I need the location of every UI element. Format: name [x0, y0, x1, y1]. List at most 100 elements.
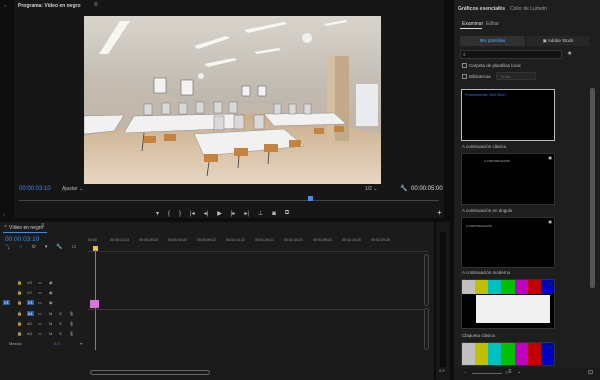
- marker-icon[interactable]: ▾: [45, 244, 48, 251]
- template-label-modern[interactable]: A continuación moderno: [462, 270, 510, 275]
- add-marker-icon[interactable]: ▾: [156, 210, 159, 217]
- subtab-browse[interactable]: Examinar: [462, 21, 483, 27]
- transport-bar: ▾ { } |◂ ◂| ▶ |▸ ▸| ⊥ ◙ ⧉: [156, 209, 346, 218]
- program-timecode[interactable]: 00:00:03:10: [19, 186, 51, 192]
- template-label-angled[interactable]: A continuación en ángulo: [462, 208, 512, 213]
- eye-icon[interactable]: ◉: [49, 280, 53, 285]
- mute-icon[interactable]: M: [49, 321, 52, 326]
- template-label-slate[interactable]: Claqueta clásica: [462, 333, 495, 338]
- timeline-timecode[interactable]: 00:00:03:10: [5, 236, 39, 243]
- sync-icon[interactable]: ▭: [38, 311, 42, 316]
- search-input[interactable]: ⌕: [460, 50, 562, 59]
- timeline-tab[interactable]: Vídeo en negro: [9, 225, 43, 231]
- eye-icon[interactable]: ◉: [49, 290, 53, 295]
- sync-icon[interactable]: ▭: [38, 321, 42, 326]
- template-badge-icon: ▣: [548, 219, 552, 224]
- libraries-checkbox[interactable]: [462, 74, 467, 79]
- mic-icon[interactable]: 🎙: [69, 331, 74, 336]
- sync-icon[interactable]: ▭: [38, 290, 42, 295]
- zoom-slider[interactable]: [472, 373, 502, 374]
- timeline-menu-icon[interactable]: ≡: [41, 223, 45, 229]
- tab-menu-icon[interactable]: ≡: [499, 5, 502, 11]
- template-thumbnail-angled[interactable]: A CONTINUACIÓN ▣: [461, 153, 555, 205]
- mute-icon[interactable]: M: [49, 331, 52, 336]
- template-thumbnail-classic[interactable]: Próximamente: INVITADO: [461, 89, 555, 141]
- mix-end-icon[interactable]: ⇤: [80, 341, 83, 346]
- close-icon[interactable]: ×: [4, 224, 7, 230]
- timeline-horizontal-scrollbar[interactable]: [90, 370, 210, 375]
- sync-icon[interactable]: ▭: [38, 331, 42, 336]
- time-ruler[interactable]: 00:00 00:00:14:23 00:00:29:23 00:00:44:2…: [88, 238, 428, 252]
- lock-icon[interactable]: 🔒: [17, 321, 22, 326]
- wrench-icon[interactable]: 🔧: [56, 244, 62, 251]
- eye-icon[interactable]: ◉: [49, 300, 53, 305]
- nest-icon[interactable]: ⤵: [5, 244, 10, 251]
- mute-icon[interactable]: M: [49, 311, 52, 316]
- mix-value[interactable]: 0,0: [54, 341, 60, 346]
- mix-row: Mezcla 0,0 ⇤: [0, 341, 86, 350]
- track-lanes: [88, 256, 424, 351]
- ruler-label: 00:01:29:21: [255, 238, 274, 242]
- lock-icon[interactable]: 🔒: [17, 311, 22, 316]
- new-item-icon[interactable]: ⊡: [588, 369, 593, 376]
- linked-icon[interactable]: ⊙: [32, 244, 36, 251]
- go-to-out-icon[interactable]: ▸|: [244, 210, 249, 217]
- tab-essential-graphics[interactable]: Gráficos esenciales: [458, 6, 505, 12]
- sync-icon[interactable]: ▭: [38, 300, 42, 305]
- my-templates-button[interactable]: Mis plantillas: [460, 36, 525, 46]
- mark-in-icon[interactable]: {: [168, 211, 170, 217]
- lock-icon[interactable]: 🔒: [17, 300, 22, 305]
- captions-icon[interactable]: ▭: [72, 244, 77, 251]
- sync-icon[interactable]: ▭: [38, 280, 42, 285]
- compare-icon[interactable]: ⧉: [285, 210, 289, 217]
- fit-dropdown[interactable]: Ajustar ⌄: [62, 186, 83, 192]
- lift-icon[interactable]: ⊥: [258, 210, 263, 217]
- templates-scrollbar[interactable]: [590, 88, 595, 288]
- program-tab[interactable]: Programa: Vídeo en negro: [18, 3, 81, 9]
- local-folder-checkbox[interactable]: [462, 63, 467, 68]
- solo-icon[interactable]: S: [59, 311, 62, 316]
- mic-icon[interactable]: 🎙: [69, 311, 74, 316]
- program-tab-menu-icon[interactable]: ≡: [94, 2, 98, 8]
- wrench-icon[interactable]: 🔧: [400, 185, 407, 192]
- lock-icon[interactable]: 🔒: [17, 331, 22, 336]
- sort-icon[interactable]: ⌄: [517, 369, 521, 375]
- template-thumbnail-bars[interactable]: ▣: [461, 342, 555, 366]
- program-video-frame: [84, 16, 381, 184]
- mark-out-icon[interactable]: }: [179, 211, 181, 217]
- add-button-icon[interactable]: +: [437, 208, 442, 217]
- lock-icon[interactable]: 🔒: [17, 290, 22, 295]
- resolution-dropdown[interactable]: 1/2 ⌄: [365, 186, 378, 192]
- scrub-bar[interactable]: [19, 200, 439, 204]
- solo-icon[interactable]: S: [59, 331, 62, 336]
- video-clip[interactable]: [90, 300, 99, 308]
- tab-lumetri-color[interactable]: Color de Lumetri: [510, 6, 547, 12]
- zoom-out-icon[interactable]: ◦: [464, 370, 466, 376]
- template-thumbnail-slate[interactable]: ▣: [461, 279, 555, 329]
- step-back-icon[interactable]: ◂|: [204, 210, 209, 217]
- search-icon: ⌕: [463, 52, 466, 58]
- export-frame-icon[interactable]: ◙: [272, 211, 276, 217]
- star-icon[interactable]: ★: [567, 50, 572, 57]
- template-label-classic[interactable]: A continuación clásico: [462, 144, 506, 149]
- libraries-select[interactable]: Todas: [496, 72, 536, 80]
- scrub-playhead[interactable]: [308, 196, 313, 201]
- mic-icon[interactable]: 🎙: [69, 321, 74, 326]
- adobe-stock-button[interactable]: ▣ Adobe Stock: [526, 36, 590, 46]
- track-a1: 🔒 A1 ▭ M S 🎙: [0, 311, 86, 320]
- lock-icon[interactable]: 🔒: [17, 280, 22, 285]
- source-patch-v1[interactable]: V1: [3, 300, 10, 305]
- subtab-edit[interactable]: Editar: [486, 21, 499, 27]
- meter-solo-label[interactable]: S S: [439, 369, 445, 373]
- audio-track-scrollbar[interactable]: [424, 308, 429, 350]
- play-icon[interactable]: ▶: [217, 210, 222, 217]
- list-view-icon[interactable]: ≡: [508, 369, 512, 375]
- go-to-in-icon[interactable]: |◂: [190, 210, 195, 217]
- step-forward-icon[interactable]: |▸: [231, 210, 236, 217]
- program-duration: 00:00:05:00: [411, 186, 443, 192]
- template-thumbnail-modern[interactable]: A CONTINUACIÓN ▣: [461, 217, 555, 268]
- color-bars: [462, 280, 554, 294]
- snap-icon[interactable]: ∩: [19, 244, 23, 251]
- solo-icon[interactable]: S: [59, 321, 62, 326]
- video-track-scrollbar[interactable]: [424, 254, 429, 306]
